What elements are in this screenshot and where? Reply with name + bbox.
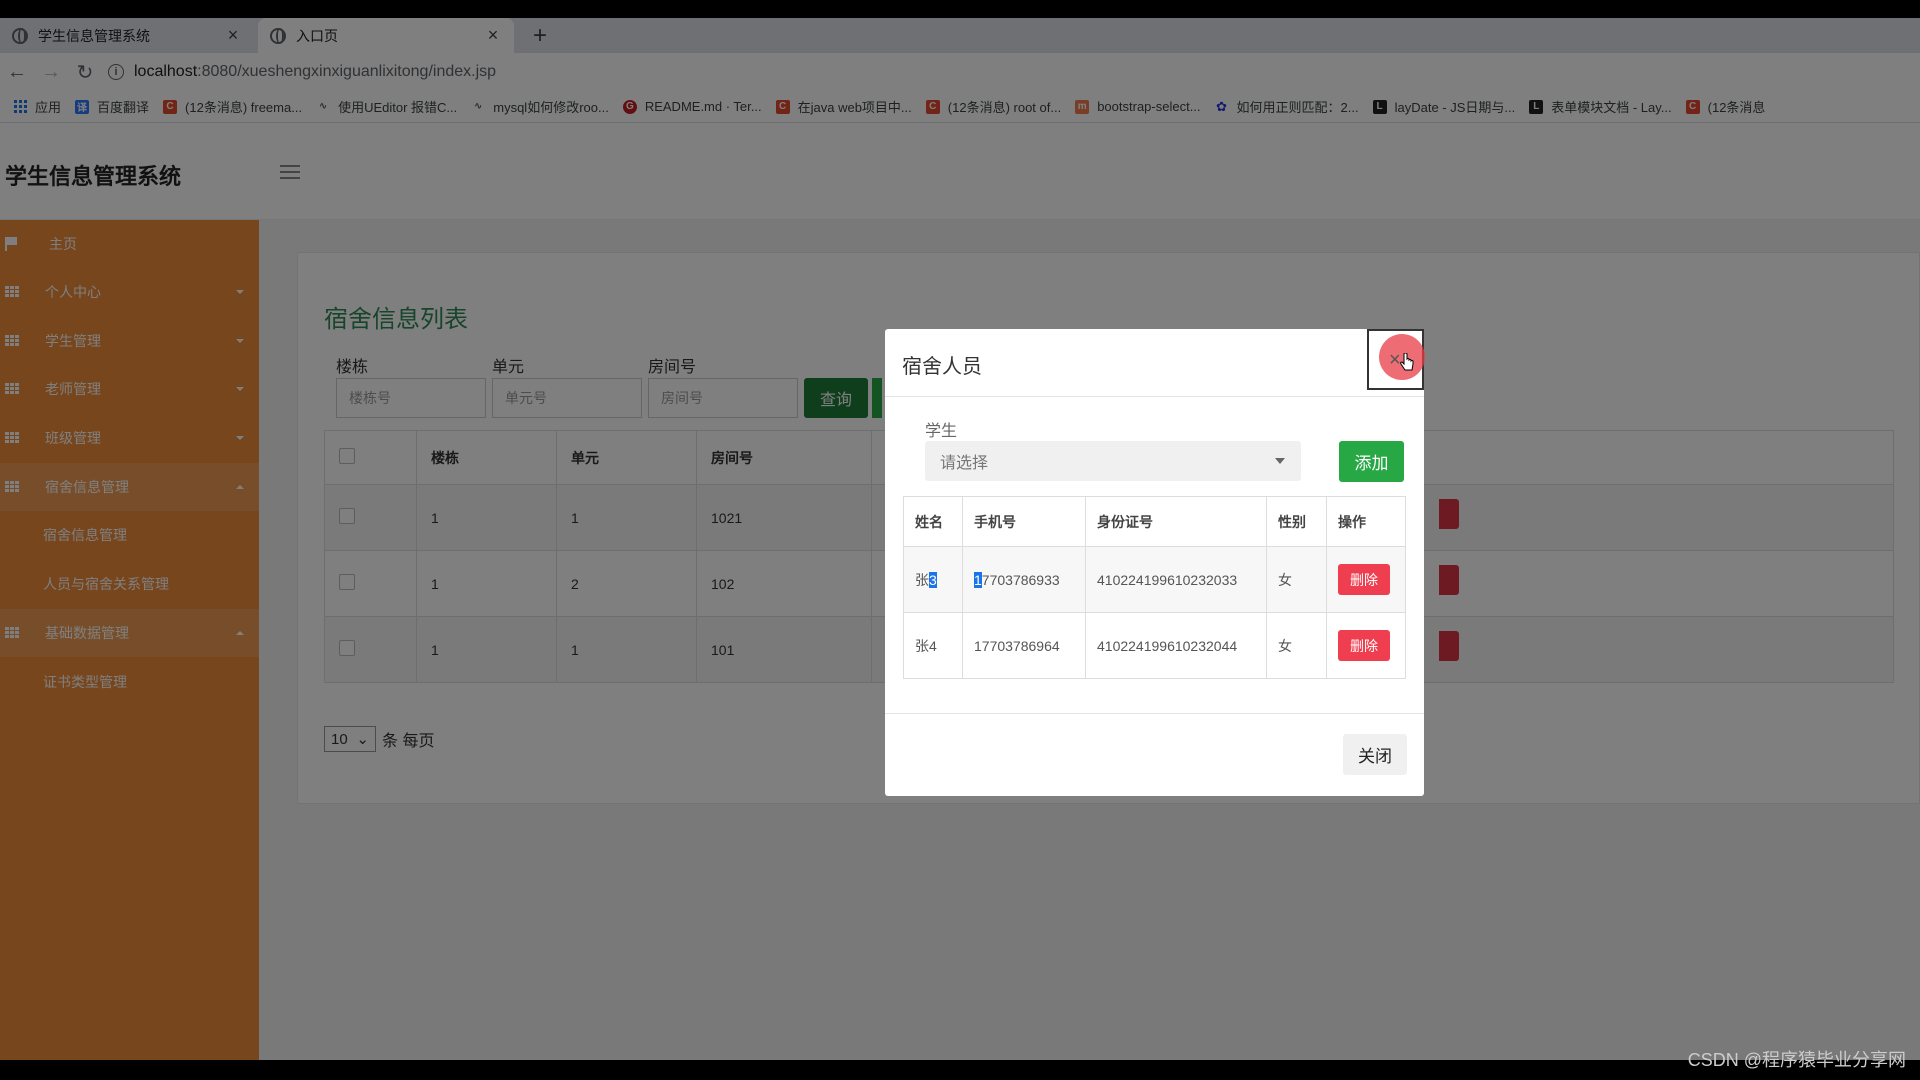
- delete-button[interactable]: 删除: [1338, 564, 1390, 595]
- delete-button[interactable]: 删除: [1338, 630, 1390, 661]
- dorm-members-modal: 宿舍人员 × 学生 请选择 添加 姓名 手机号 身份证号 性别 操作 张3 17…: [885, 329, 1425, 796]
- text-selection: 1: [974, 571, 982, 588]
- hand-cursor-icon: [1400, 353, 1414, 371]
- add-student-button[interactable]: 添加: [1339, 441, 1404, 482]
- modal-header: 宿舍人员 ×: [885, 329, 1425, 397]
- column-header: 姓名: [903, 496, 963, 547]
- member-name: 张4: [903, 612, 963, 679]
- member-gender: 女: [1266, 546, 1327, 613]
- member-id-number: 410224199610232044: [1085, 612, 1267, 679]
- members-table: 姓名 手机号 身份证号 性别 操作 张3 17703786933 4102241…: [903, 496, 1406, 679]
- watermark: CSDN @程序猿毕业分享网: [1687, 1050, 1906, 1070]
- screen-bottom-border: [0, 1060, 1920, 1080]
- student-select[interactable]: 请选择: [925, 441, 1301, 481]
- column-header: 性别: [1266, 496, 1327, 547]
- member-name: 张3: [903, 546, 963, 613]
- modal-footer: 关闭: [885, 713, 1424, 796]
- modal-close-button[interactable]: ×: [1367, 329, 1425, 390]
- column-header: 身份证号: [1085, 496, 1267, 547]
- column-header: 手机号: [962, 496, 1086, 547]
- close-icon: ×: [1389, 349, 1401, 371]
- member-phone: 17703786964: [962, 612, 1086, 679]
- modal-title: 宿舍人员: [902, 356, 982, 378]
- caret-down-icon: [1275, 458, 1285, 464]
- table-row: 张4 17703786964 410224199610232044 女 删除: [903, 612, 1406, 679]
- close-button[interactable]: 关闭: [1343, 734, 1407, 775]
- member-gender: 女: [1266, 612, 1327, 679]
- table-row: 张3 17703786933 410224199610232033 女 删除: [903, 546, 1406, 613]
- member-id-number: 410224199610232033: [1085, 546, 1267, 613]
- student-label: 学生: [925, 423, 958, 440]
- member-phone: 17703786933: [962, 546, 1086, 613]
- text-selection: 3: [929, 571, 937, 588]
- column-header: 操作: [1326, 496, 1406, 547]
